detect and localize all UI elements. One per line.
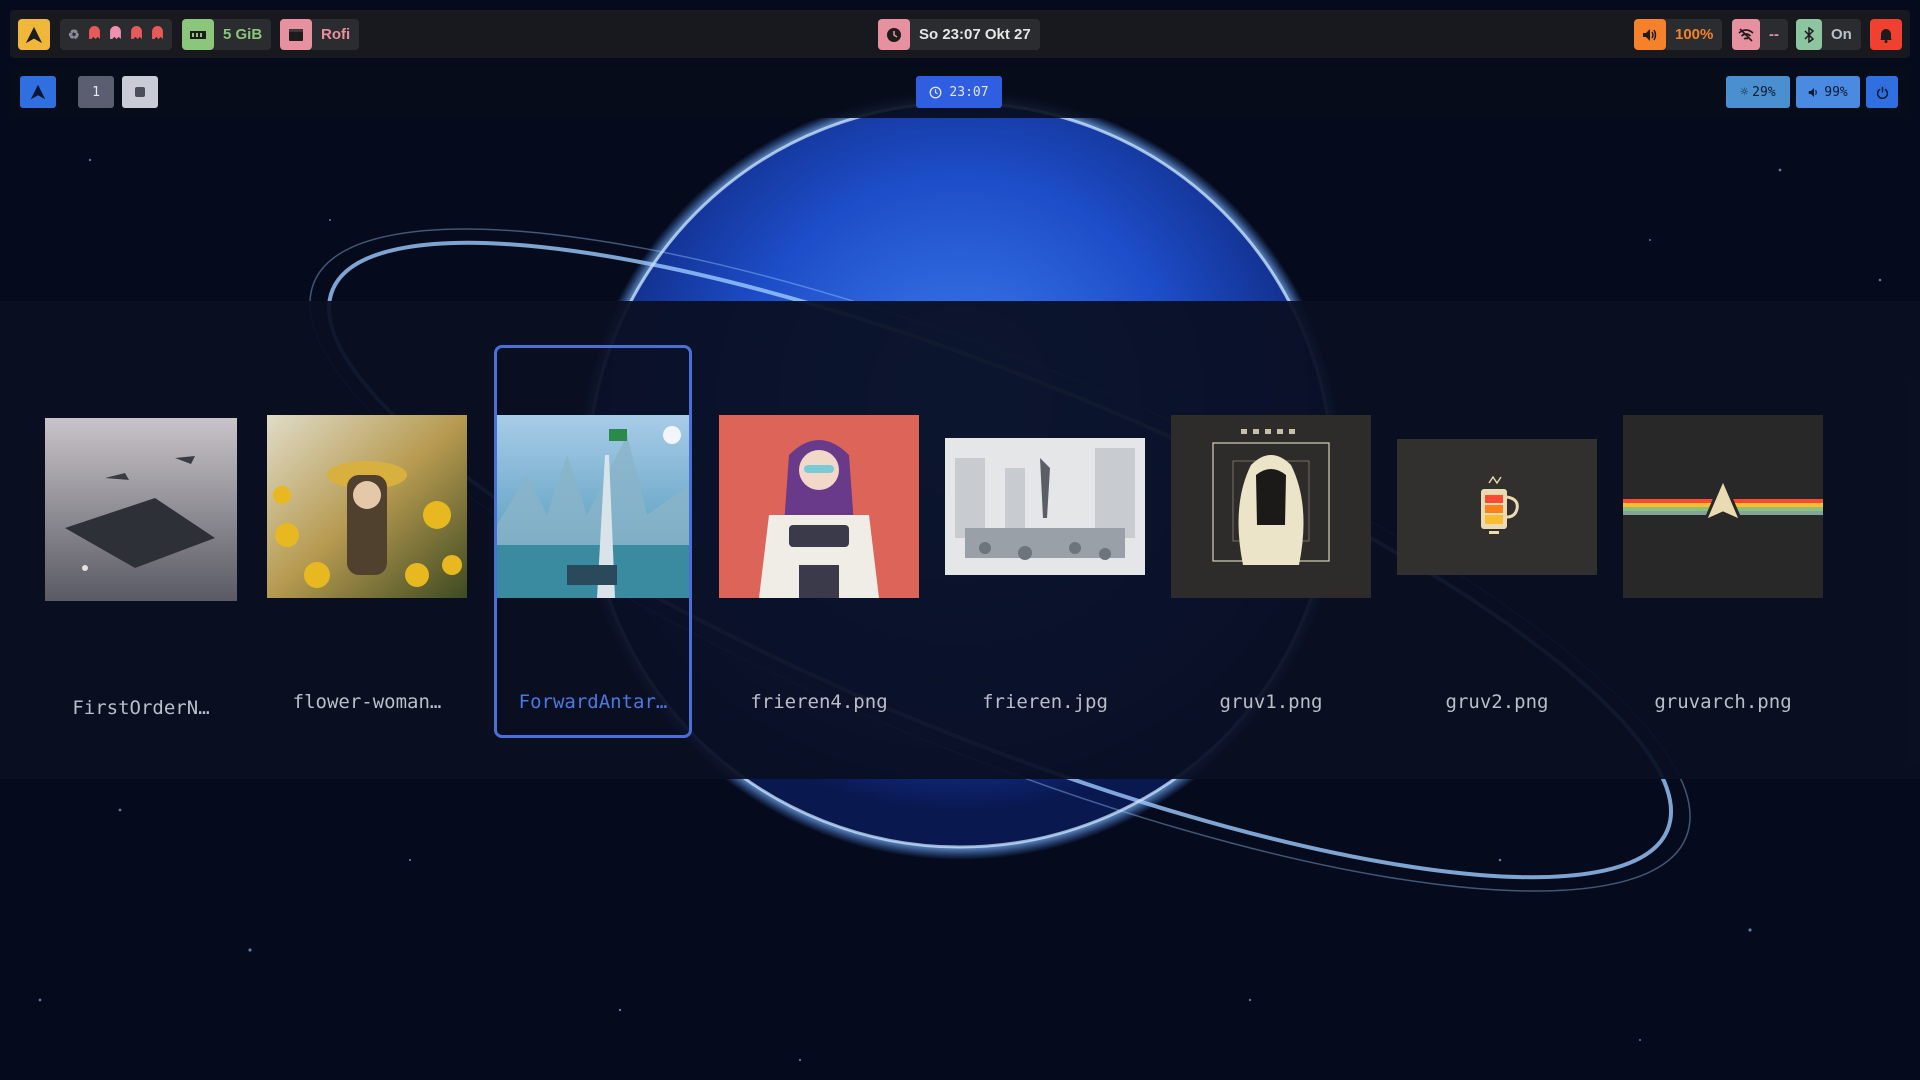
memory-module[interactable]: 5 GiB <box>182 19 272 50</box>
secondary-volume-label: 99% <box>1824 84 1848 100</box>
memory-icon <box>182 19 214 50</box>
wallpaper-thumbnail <box>497 415 689 598</box>
bluetooth-icon <box>1796 19 1822 50</box>
wallpaper-label: gruvarch.png <box>1654 691 1792 713</box>
ghost-icon[interactable] <box>109 26 122 43</box>
wallpaper-item-selected[interactable]: ForwardAntar… <box>494 345 692 738</box>
window-icon <box>280 19 312 50</box>
workspace-1-button[interactable]: 1 <box>78 76 114 108</box>
launcher-button-secondary[interactable] <box>20 76 56 108</box>
square-icon <box>135 87 145 97</box>
notification-button[interactable] <box>1870 19 1902 50</box>
memory-label: 5 GiB <box>223 26 263 43</box>
wifi-module[interactable]: -- <box>1732 19 1788 50</box>
volume-label: 100% <box>1675 26 1714 43</box>
workspace-active-button[interactable] <box>122 76 158 108</box>
top-status-bar: ♻ 5 GiB Rofi So 23:07 Okt 27 100% -- On <box>10 10 1910 58</box>
wallpaper-item[interactable]: FirstOrderN… <box>42 345 240 738</box>
wallpaper-label: FirstOrderN… <box>72 697 210 719</box>
active-window-label: Rofi <box>321 26 351 43</box>
wallpaper-item[interactable]: frieren4.png <box>719 345 919 738</box>
wallpaper-item[interactable]: gruv1.png <box>1171 345 1371 738</box>
bluetooth-label: On <box>1831 26 1852 43</box>
secondary-clock[interactable]: 23:07 <box>916 76 1002 108</box>
wallpaper-label: ForwardAntar… <box>518 691 668 713</box>
brightness-label: 29% <box>1752 84 1776 100</box>
secondary-volume-module[interactable]: 99% <box>1796 76 1860 108</box>
wallpaper-label: flower-woman… <box>292 691 442 713</box>
wallpaper-item[interactable]: flower-woman… <box>267 345 467 738</box>
arch-logo-icon <box>30 84 46 100</box>
brightness-icon: ☼ <box>1740 84 1749 100</box>
wifi-label: -- <box>1769 26 1779 43</box>
wallpaper-thumbnail <box>267 415 467 598</box>
ghost-icon[interactable] <box>130 26 143 43</box>
brightness-module[interactable]: ☼ 29% <box>1726 76 1790 108</box>
bell-icon <box>1870 19 1902 50</box>
ghost-icon[interactable] <box>151 26 164 43</box>
clock-label: So 23:07 Okt 27 <box>919 26 1031 43</box>
launcher-button[interactable] <box>18 19 50 50</box>
wallpaper-label: gruv1.png <box>1219 691 1323 713</box>
clock-icon <box>929 86 942 98</box>
wallpaper-thumbnail <box>1623 415 1823 598</box>
wallpaper-thumbnail <box>45 418 237 601</box>
wallpaper-label: frieren4.png <box>750 691 888 713</box>
secondary-bar: 1 23:07 ☼ 29% 99% <box>10 66 1910 118</box>
wallpaper-item[interactable]: gruv2.png <box>1397 345 1597 738</box>
wallpaper-item[interactable]: frieren.jpg <box>945 345 1145 738</box>
wallpaper-thumbnail <box>719 415 919 598</box>
wallpaper-thumbnail <box>945 438 1145 575</box>
power-icon <box>1876 86 1888 99</box>
speaker-icon <box>1634 19 1666 50</box>
wallpaper-thumbnail <box>1171 415 1371 598</box>
wallpaper-item[interactable]: gruvarch.png <box>1623 345 1823 738</box>
volume-module[interactable]: 100% <box>1634 19 1723 50</box>
wallpaper-thumbnail <box>1397 439 1597 575</box>
recycle-icon[interactable]: ♻ <box>68 27 80 43</box>
wallpaper-label: gruv2.png <box>1445 691 1549 713</box>
clock-module[interactable]: So 23:07 Okt 27 <box>878 19 1040 50</box>
ghost-icon[interactable] <box>88 26 101 43</box>
secondary-clock-label: 23:07 <box>949 84 989 100</box>
arch-logo-icon <box>18 19 50 50</box>
speaker-icon <box>1809 87 1818 97</box>
clock-icon <box>878 19 910 50</box>
active-window-module[interactable]: Rofi <box>280 19 360 50</box>
system-tray: ♻ <box>60 19 172 50</box>
wallpaper-label: frieren.jpg <box>982 691 1108 713</box>
power-button[interactable] <box>1866 76 1898 108</box>
bluetooth-module[interactable]: On <box>1796 19 1861 50</box>
rofi-wallpaper-picker: FirstOrderN… flower-woman… ForwardAntar…… <box>0 301 1920 779</box>
wifi-off-icon <box>1732 19 1760 50</box>
